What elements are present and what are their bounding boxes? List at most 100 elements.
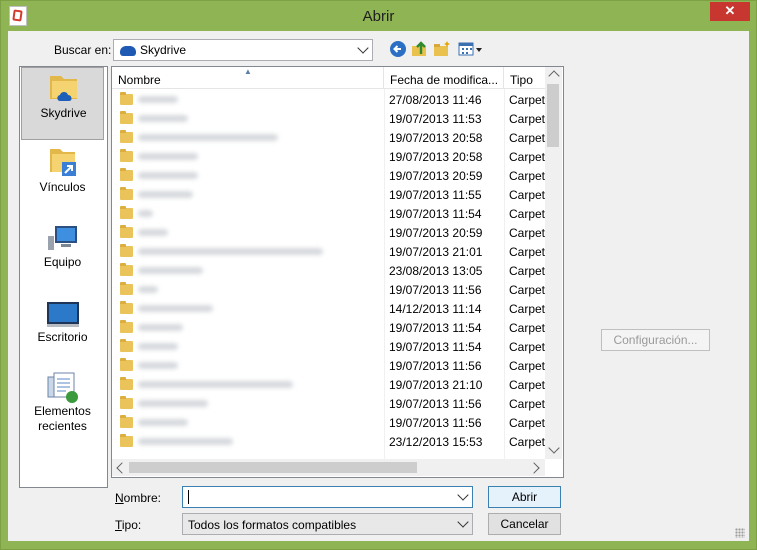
chevron-down-icon[interactable] xyxy=(457,489,469,501)
list-item[interactable]: 19/07/2013 11:56 Carpet xyxy=(112,356,545,375)
place-skydrive[interactable]: Skydrive xyxy=(21,67,104,140)
item-type: Carpet xyxy=(509,397,546,411)
text-cursor xyxy=(188,490,189,504)
place-vinculos[interactable]: Vínculos xyxy=(21,142,104,215)
list-item[interactable]: 14/12/2013 11:14 Carpet xyxy=(112,299,545,318)
blurred-folder-name xyxy=(138,286,158,293)
filename-label-text: ombre: xyxy=(123,491,162,505)
window-title: Abrir xyxy=(362,8,395,25)
filetype-select[interactable]: Todos los formatos compatibles xyxy=(182,513,473,535)
filetype-label-accesskey: T xyxy=(115,518,122,532)
column-header-name[interactable]: Nombre ▲ xyxy=(112,67,384,89)
item-type: Carpet xyxy=(509,378,546,392)
filename-label: Nombre: xyxy=(115,491,161,505)
list-item[interactable]: 19/07/2013 11:56 Carpet xyxy=(112,394,545,413)
folder-icon xyxy=(120,187,133,200)
date-modified: 19/07/2013 21:01 xyxy=(389,245,483,259)
vertical-scrollbar[interactable] xyxy=(545,67,562,459)
list-item[interactable]: 19/07/2013 20:58 Carpet xyxy=(112,128,545,147)
view-menu-button[interactable] xyxy=(458,40,484,58)
place-escritorio[interactable]: Escritorio xyxy=(21,292,104,365)
item-type: Carpet xyxy=(509,150,546,164)
blurred-folder-name xyxy=(138,115,188,122)
place-equipo[interactable]: Equipo xyxy=(21,217,104,290)
new-folder-button[interactable] xyxy=(433,40,451,58)
resize-grip-icon[interactable] xyxy=(735,528,745,538)
blurred-folder-name xyxy=(138,400,208,407)
item-type: Carpet xyxy=(509,188,546,202)
item-type: Carpet xyxy=(509,112,546,126)
list-item[interactable]: 19/07/2013 11:54 Carpet xyxy=(112,204,545,223)
date-modified: 19/07/2013 11:56 xyxy=(389,283,482,297)
column-header-date[interactable]: Fecha de modifica... xyxy=(384,67,504,89)
links-folder-icon xyxy=(50,149,76,176)
scroll-left-icon[interactable] xyxy=(116,462,128,474)
open-button[interactable]: Abrir xyxy=(488,486,561,508)
file-list[interactable]: Nombre ▲ Fecha de modifica... Tipo 27/08… xyxy=(111,66,564,478)
scroll-right-icon[interactable] xyxy=(528,462,540,474)
new-folder-icon xyxy=(434,41,450,56)
back-arrow-icon xyxy=(390,41,406,57)
list-item[interactable]: 19/07/2013 11:54 Carpet xyxy=(112,337,545,356)
list-item[interactable]: 19/07/2013 11:53 Carpet xyxy=(112,109,545,128)
up-folder-icon xyxy=(412,41,426,56)
list-item[interactable]: 27/08/2013 11:46 Carpet xyxy=(112,90,545,109)
item-type: Carpet xyxy=(509,359,546,373)
blurred-folder-name xyxy=(138,362,178,369)
configuration-button[interactable]: Configuración... xyxy=(601,329,710,351)
folder-icon xyxy=(120,111,133,124)
list-item[interactable]: 23/08/2013 13:05 Carpet xyxy=(112,261,545,280)
item-type: Carpet xyxy=(509,264,546,278)
recent-items-icon xyxy=(47,372,78,403)
horizontal-scrollbar[interactable] xyxy=(112,459,545,476)
column-header-type[interactable]: Tipo xyxy=(504,67,545,89)
column-date-label: Fecha de modifica... xyxy=(390,73,499,87)
date-modified: 19/07/2013 20:58 xyxy=(389,131,483,145)
date-modified: 14/12/2013 11:14 xyxy=(389,302,482,316)
folder-icon xyxy=(120,358,133,371)
cancel-button[interactable]: Cancelar xyxy=(488,513,561,535)
item-type: Carpet xyxy=(509,340,546,354)
place-label: Elementos recientes xyxy=(34,404,91,433)
folder-icon xyxy=(120,282,133,295)
lookin-combo[interactable]: Skydrive xyxy=(113,39,373,61)
list-item[interactable]: 19/07/2013 11:55 Carpet xyxy=(112,185,545,204)
vertical-scroll-thumb[interactable] xyxy=(547,84,559,147)
list-item[interactable]: 23/12/2013 15:53 Carpet xyxy=(112,432,545,451)
open-dialog-window: Abrir ✕ Buscar en: Skydrive Skydrive Vín… xyxy=(0,0,757,550)
place-label: Vínculos xyxy=(39,180,86,194)
blurred-folder-name xyxy=(138,191,193,198)
blurred-folder-name xyxy=(138,210,153,217)
date-modified: 19/07/2013 21:10 xyxy=(389,378,483,392)
folder-icon xyxy=(120,168,133,181)
list-item[interactable]: 19/07/2013 21:10 Carpet xyxy=(112,375,545,394)
back-button[interactable] xyxy=(389,40,407,58)
chevron-down-icon xyxy=(457,516,469,528)
up-folder-button[interactable] xyxy=(411,40,429,58)
list-item[interactable]: 19/07/2013 20:58 Carpet xyxy=(112,147,545,166)
chevron-down-icon xyxy=(357,42,369,54)
list-item[interactable]: 19/07/2013 11:56 Carpet xyxy=(112,280,545,299)
scroll-down-icon[interactable] xyxy=(548,442,560,454)
date-modified: 27/08/2013 11:46 xyxy=(389,93,482,107)
skydrive-cloud-icon xyxy=(120,46,136,56)
place-recientes[interactable]: Elementos recientes xyxy=(21,367,104,447)
date-modified: 23/12/2013 15:53 xyxy=(389,435,483,449)
list-item[interactable]: 19/07/2013 21:01 Carpet xyxy=(112,242,545,261)
folder-icon xyxy=(120,320,133,333)
item-type: Carpet xyxy=(509,169,546,183)
list-item[interactable]: 19/07/2013 20:59 Carpet xyxy=(112,166,545,185)
folder-icon xyxy=(120,244,133,257)
list-item[interactable]: 19/07/2013 11:54 Carpet xyxy=(112,318,545,337)
list-item[interactable]: 19/07/2013 11:56 Carpet xyxy=(112,413,545,432)
date-modified: 19/07/2013 20:59 xyxy=(389,169,483,183)
date-modified: 19/07/2013 11:54 xyxy=(389,340,482,354)
filename-input[interactable] xyxy=(182,486,473,508)
sort-ascending-icon: ▲ xyxy=(244,67,252,76)
horizontal-scroll-thumb[interactable] xyxy=(129,462,417,473)
item-type: Carpet xyxy=(509,283,546,297)
list-item[interactable]: 19/07/2013 20:59 Carpet xyxy=(112,223,545,242)
scroll-up-icon[interactable] xyxy=(548,70,560,82)
close-button[interactable]: ✕ xyxy=(710,2,750,21)
folder-icon xyxy=(120,206,133,219)
